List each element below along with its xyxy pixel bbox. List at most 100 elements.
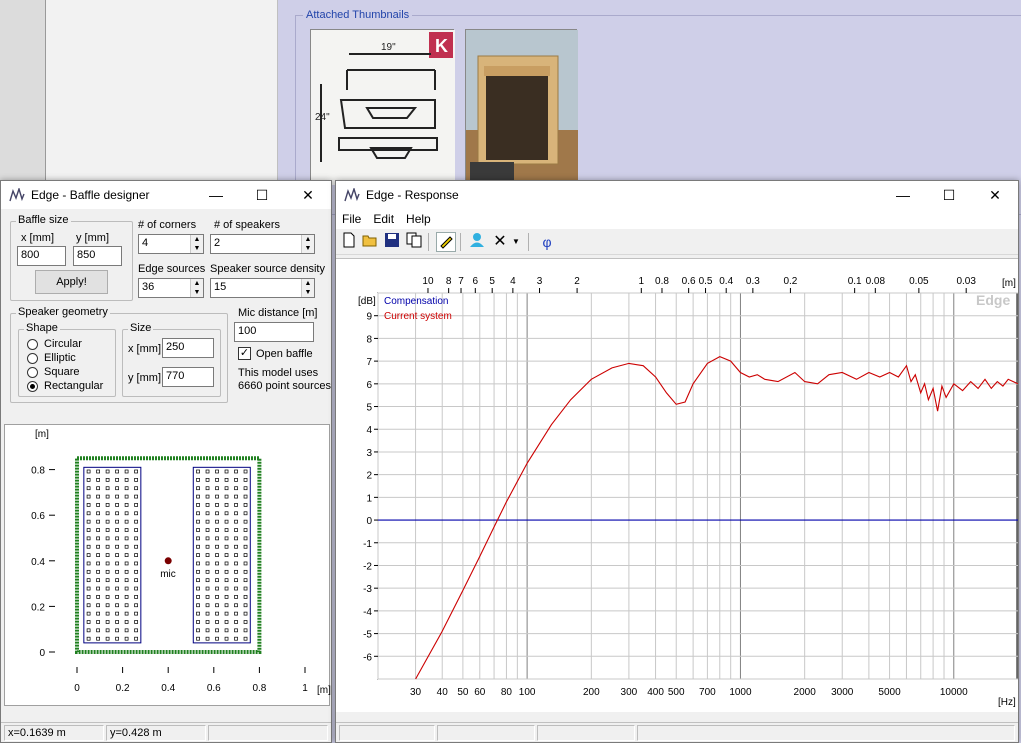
point-source: [205, 553, 210, 557]
menu-edit[interactable]: Edit: [367, 209, 400, 229]
point-source: [224, 578, 229, 583]
size-x-input[interactable]: 250: [162, 338, 214, 358]
response-maximize-button[interactable]: ☐: [926, 181, 972, 209]
baffle-close-button[interactable]: ✕: [285, 181, 331, 209]
edge-sources-spinner[interactable]: 36 ▲ ▼: [138, 278, 204, 298]
baffle-maximize-button[interactable]: ☐: [239, 181, 285, 209]
point-source: [224, 586, 229, 591]
baffle-plot[interactable]: [m] [m] 0.8 0.6 0.4 0.2 0 0 0.2 0.4 0.6 0.8 1 mic: [5, 425, 331, 707]
point-source: [234, 628, 238, 633]
corners-spinner[interactable]: 4 ▲ ▼: [138, 234, 204, 254]
point-source: [86, 611, 91, 616]
top-tick-label: 3: [537, 276, 543, 287]
point-source: [134, 586, 138, 591]
point-source: [205, 578, 210, 583]
baffle-x-input[interactable]: 800: [17, 246, 66, 266]
density-spinner[interactable]: 15 ▲ ▼: [210, 278, 315, 298]
point-source: [215, 544, 219, 549]
save-icon[interactable]: [382, 232, 402, 252]
mic-marker: [164, 557, 172, 565]
baffle-statusbar: x=0.1639 m y=0.428 m: [1, 722, 331, 742]
point-source: [96, 586, 100, 591]
corners-label: # of corners: [138, 219, 197, 231]
shape-elliptic-radio[interactable]: Elliptic: [27, 352, 76, 364]
point-source: [196, 536, 200, 541]
delete-icon[interactable]: ✕: [490, 232, 510, 252]
baffle-y-input[interactable]: 850: [73, 246, 122, 266]
point-source: [124, 595, 129, 599]
size-y-label: y [mm]: [128, 372, 161, 384]
point-source: [234, 595, 238, 599]
menu-file[interactable]: File: [336, 209, 367, 229]
mic-distance-input[interactable]: 100: [234, 322, 314, 342]
point-source: [196, 486, 200, 491]
pencil-icon[interactable]: [436, 232, 456, 252]
y-tick-label: 8: [366, 334, 372, 345]
point-source: [215, 586, 219, 591]
baffle-y-tick-label: 0.4: [31, 557, 45, 568]
apply-button[interactable]: Apply!: [35, 270, 108, 294]
point-source: [243, 478, 248, 482]
point-source: [115, 544, 119, 549]
x-tick-label: 60: [474, 687, 486, 698]
point-source: [105, 494, 110, 499]
open-baffle-checkbox[interactable]: ✓ Open baffle: [238, 347, 313, 360]
point-source: [105, 519, 110, 524]
response-titlebar[interactable]: Edge - Response — ☐ ✕: [336, 181, 1018, 209]
menu-help[interactable]: Help: [400, 209, 437, 229]
point-source: [215, 528, 219, 532]
point-source: [134, 511, 138, 516]
speakers-spinner[interactable]: 2 ▲ ▼: [210, 234, 315, 254]
shape-square-radio[interactable]: Square: [27, 366, 79, 378]
point-source: [205, 536, 210, 541]
copy-icon[interactable]: [404, 232, 424, 252]
shape-rectangular-radio[interactable]: Rectangular: [27, 380, 103, 392]
density-spin-arrows[interactable]: ▲ ▼: [301, 279, 314, 297]
point-source: [205, 544, 210, 549]
sketch-thumbnail[interactable]: K 19" 24": [310, 29, 455, 185]
dropdown-icon[interactable]: ▼: [510, 232, 522, 252]
x-tick-label: 30: [410, 687, 422, 698]
edge-sources-spin-arrows[interactable]: ▲ ▼: [190, 279, 203, 297]
point-source: [134, 544, 138, 549]
point-source: [243, 494, 248, 499]
corners-spin-arrows[interactable]: ▲ ▼: [190, 235, 203, 253]
point-source: [224, 469, 229, 474]
x-tick-label: 5000: [878, 687, 901, 698]
response-status-4: [637, 725, 1015, 741]
point-source: [205, 528, 210, 532]
response-chart[interactable]: 30 40 50 60 80 100 200 300 400 500 700 1000 2000 3000…: [336, 259, 1019, 713]
cabinet-photo-thumbnail[interactable]: [465, 29, 578, 185]
point-source: [196, 595, 200, 599]
response-status-1: [339, 725, 435, 741]
point-source: [115, 486, 119, 491]
edge-app-icon: [344, 188, 360, 202]
shape-circular-radio[interactable]: Circular: [27, 338, 82, 350]
point-source: [105, 511, 110, 516]
response-minimize-button[interactable]: —: [880, 181, 926, 209]
point-source: [96, 494, 100, 499]
open-icon[interactable]: [360, 232, 380, 252]
baffle-plot-area[interactable]: [m] [m] 0.8 0.6 0.4 0.2 0 0 0.2 0.4 0.6 0.8 1 mic: [4, 424, 331, 707]
point-source: [243, 536, 248, 541]
size-y-input[interactable]: 770: [162, 367, 214, 387]
point-source: [115, 511, 119, 516]
point-source: [215, 486, 219, 491]
baffle-minimize-button[interactable]: —: [193, 181, 239, 209]
response-close-button[interactable]: ✕: [972, 181, 1018, 209]
point-source: [196, 469, 200, 474]
baffle-titlebar[interactable]: Edge - Baffle designer — ☐ ✕: [1, 181, 331, 209]
person-icon[interactable]: [467, 232, 487, 252]
y-tick-label: 3: [366, 448, 372, 459]
phase-icon[interactable]: φ: [537, 232, 557, 252]
response-plot-area[interactable]: 30 40 50 60 80 100 200 300 400 500 700 1000 2000 3000…: [336, 258, 1019, 713]
point-source: [124, 536, 129, 541]
point-source: [124, 611, 129, 616]
point-source: [105, 569, 110, 574]
speakers-spin-arrows[interactable]: ▲ ▼: [301, 235, 314, 253]
point-source: [205, 469, 210, 474]
new-icon[interactable]: [339, 232, 359, 252]
legend-current-system: Current system: [384, 311, 452, 322]
forum-post-area: [46, 0, 278, 180]
top-tick-label: 4: [510, 276, 516, 287]
